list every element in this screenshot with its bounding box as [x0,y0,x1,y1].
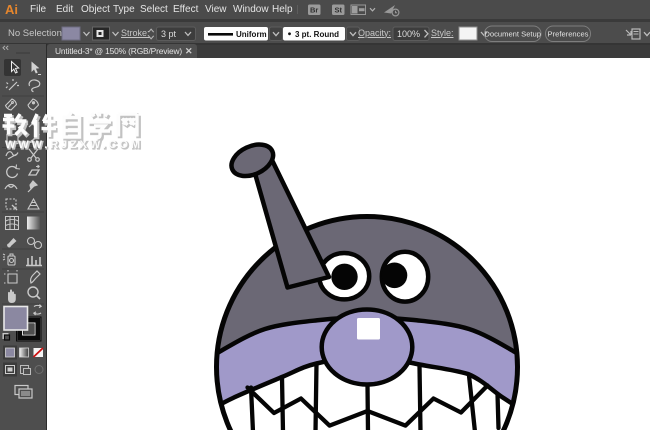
svg-text:WWW.RJZXW.COM: WWW.RJZXW.COM [5,139,143,151]
